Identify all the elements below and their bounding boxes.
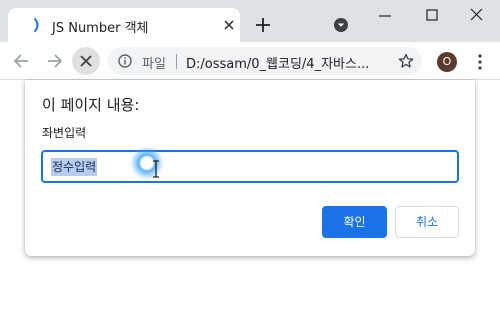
prompt-input[interactable]: 정수입력 [41, 150, 459, 183]
url-scheme-label: 파일 [142, 57, 166, 72]
new-tab-icon[interactable] [252, 14, 274, 36]
cancel-button[interactable]: 취소 [395, 206, 459, 238]
tab-strip: JS Number 객체 [0, 0, 500, 42]
tab-title: JS Number 객체 [52, 21, 149, 36]
loading-spinner-icon [34, 18, 39, 32]
prompt-input-value: 정수입력 [51, 158, 98, 176]
browser-toolbar: 파일 D:/ossam/0_웹코딩/4_자바스... O [0, 42, 500, 80]
url-text[interactable]: D:/ossam/0_웹코딩/4_자바스... [186, 53, 382, 72]
back-arrow-icon[interactable] [8, 47, 36, 75]
profile-avatar[interactable]: O [437, 52, 457, 72]
ok-button[interactable]: 확인 [322, 206, 387, 238]
maximize-icon[interactable] [418, 4, 446, 28]
minimize-icon[interactable] [371, 4, 399, 28]
more-menu-icon[interactable] [472, 53, 488, 71]
dialog-title: 이 페이지 내용: [42, 96, 140, 114]
address-bar[interactable]: 파일 D:/ossam/0_웹코딩/4_자바스... [108, 47, 422, 75]
bookmark-star-icon[interactable] [398, 53, 414, 69]
close-tab-icon[interactable] [220, 16, 238, 34]
tab-js-number[interactable]: JS Number 객체 [8, 8, 240, 42]
dialog-message: 좌변입력 [42, 126, 87, 140]
forward-arrow-icon[interactable] [40, 47, 68, 75]
text-cursor-icon [153, 160, 159, 178]
js-prompt-dialog: 이 페이지 내용: 좌변입력 정수입력 확인 취소 [25, 80, 475, 256]
tab-search-icon[interactable] [333, 17, 349, 33]
close-window-icon[interactable] [463, 4, 491, 28]
omnibox-divider [176, 54, 177, 69]
stop-loading-icon[interactable] [72, 47, 100, 75]
info-icon[interactable] [118, 54, 132, 68]
